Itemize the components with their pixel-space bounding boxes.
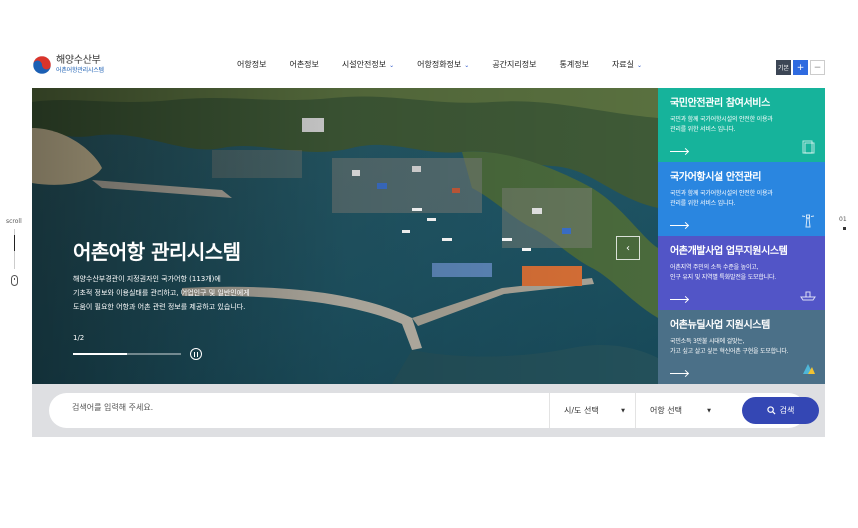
service-desc-line: 인구 유지 및 지역별 특화발전을 도모합니다.	[670, 274, 777, 281]
nav-label: 통계정보	[559, 60, 589, 69]
pause-icon-bar	[193, 351, 196, 357]
service-description: 국민과 함께 국가어항시설의 안전한 이용과 관리를 위한 서비스 입니다.	[670, 115, 813, 135]
search-section: 시/도 선택 ▼ 어항 선택 ▼ 검색	[32, 384, 825, 437]
nav-resources[interactable]: 자료실 ⌄	[612, 59, 642, 70]
service-desc-line: 관리를 위한 서비스 입니다.	[670, 200, 736, 207]
arrow-right-icon	[670, 373, 688, 374]
nav-port-cleanup-info[interactable]: 어항정화정보 ⌄	[417, 59, 469, 70]
slide-progress-bar	[73, 353, 181, 355]
arrow-right-icon	[670, 299, 688, 300]
search-button[interactable]: 검색	[742, 397, 819, 424]
service-title: 국가어항시설 안전관리	[670, 172, 762, 183]
scroll-label: scroll	[6, 218, 22, 225]
chevron-down-icon: ⌄	[637, 62, 643, 69]
slide-pause-button[interactable]	[190, 348, 202, 360]
font-decrease-button[interactable]: −	[810, 60, 825, 75]
logo-system-name: 어촌어항관리시스템	[56, 67, 104, 74]
hero-banner: 어촌어항 관리시스템 해양수산부경관이 지정권자인 국가어항 (113개)에 기…	[32, 88, 658, 384]
slide-pager: 1/2	[73, 334, 85, 342]
caret-down-icon: ▼	[707, 407, 711, 414]
scroll-indicator: scroll	[6, 218, 22, 286]
service-description: 어촌지역 주민의 소득 수준을 높이고, 인구 유지 및 지역별 특화발전을 도…	[670, 263, 813, 283]
service-desc-line: 관리를 위한 서비스 입니다.	[670, 126, 736, 133]
hero-title: 어촌어항 관리시스템	[73, 240, 241, 264]
site-header: 해양수산부 어촌어항관리시스템 어항정보 어촌정보 시설안전정보 ⌄ 어항정화정보…	[32, 50, 825, 86]
mouse-icon	[11, 275, 18, 286]
site-logo[interactable]: 해양수산부 어촌어항관리시스템	[32, 55, 104, 75]
province-select[interactable]: 시/도 선택 ▼	[549, 393, 635, 428]
select-label: 어항 선택	[650, 406, 682, 415]
hero-desc-line: 기초적 정보와 이용실태를 관리하고, 어업인구 및 일반인에게	[73, 289, 250, 297]
document-icon	[802, 140, 815, 154]
section-number: 01	[839, 216, 847, 223]
hero-description: 해양수산부경관이 지정권자인 국가어항 (113개)에 기초적 정보와 이용실태…	[73, 272, 273, 314]
service-port-facility-safety[interactable]: 국가어항시설 안전관리 국민과 함께 국가어항시설의 안전한 이용과 관리를 위…	[658, 162, 825, 236]
nav-fishing-port-info[interactable]: 어항정보	[237, 59, 266, 70]
search-button-label: 검색	[779, 406, 795, 415]
search-bar: 시/도 선택 ▼ 어항 선택 ▼ 검색	[49, 393, 819, 428]
nav-facility-safety-info[interactable]: 시설안전정보 ⌄	[342, 59, 394, 70]
search-input[interactable]	[72, 403, 492, 412]
scroll-line	[14, 229, 15, 269]
pause-icon-bar	[196, 351, 199, 357]
nav-label: 어항정보	[237, 60, 267, 69]
nav-label: 자료실	[611, 60, 635, 69]
font-increase-button[interactable]: +	[793, 60, 808, 75]
section-indicator: 01	[839, 216, 847, 230]
service-desc-line: 어촌지역 주민의 소득 수준을 높이고,	[670, 264, 759, 271]
service-description: 국민소득 3만불 시대에 걸맞는, 가고 싶고 살고 싶은 혁신어촌 구현을 도…	[670, 337, 813, 357]
font-size-controls: 기본 + −	[776, 60, 825, 75]
slide-progress-fill	[73, 353, 127, 355]
service-village-development[interactable]: 어촌개발사업 업무지원시스템 어촌지역 주민의 소득 수준을 높이고, 인구 유…	[658, 236, 825, 310]
search-icon	[766, 406, 776, 415]
font-default-button[interactable]: 기본	[776, 60, 791, 75]
arrow-right-icon	[670, 151, 688, 152]
slide-prev-button[interactable]: ‹	[616, 236, 640, 260]
chevron-down-icon: ⌄	[464, 62, 470, 69]
nav-label: 공간지리정보	[492, 60, 537, 69]
hero-desc-line: 해양수산부경관이 지정권자인 국가어항 (113개)에	[73, 275, 221, 283]
lighthouse-icon	[801, 214, 815, 228]
service-village-new-deal[interactable]: 어촌뉴딜사업 지원시스템 국민소득 3만불 시대에 걸맞는, 가고 싶고 살고 …	[658, 310, 825, 384]
main-nav: 어항정보 어촌정보 시설안전정보 ⌄ 어항정화정보 ⌄ 공간지리정보 통계정보 자료…	[237, 59, 665, 70]
chevron-down-icon: ⌄	[389, 62, 395, 69]
service-desc-line: 가고 싶고 살고 싶은 혁신어촌 구현을 도모합니다.	[670, 348, 789, 355]
caret-down-icon: ▼	[621, 407, 625, 414]
service-description: 국민과 함께 국가어항시설의 안전한 이용과 관리를 위한 서비스 입니다.	[670, 189, 813, 209]
select-label: 시/도 선택	[564, 406, 599, 415]
service-title: 국민안전관리 참여서비스	[670, 98, 770, 109]
section-dot[interactable]	[843, 227, 846, 230]
nav-fishing-village-info[interactable]: 어촌정보	[289, 59, 318, 70]
logo-ministry-name: 해양수산부	[56, 55, 101, 66]
service-title: 어촌뉴딜사업 지원시스템	[670, 320, 770, 331]
service-desc-line: 국민소득 3만불 시대에 걸맞는,	[670, 338, 745, 345]
nav-label: 시설안전정보	[341, 60, 387, 69]
service-public-safety[interactable]: 국민안전관리 참여서비스 국민과 함께 국가어항시설의 안전한 이용과 관리를 …	[658, 88, 825, 162]
nav-spatial-info[interactable]: 공간지리정보	[492, 59, 536, 70]
nav-label: 어촌정보	[289, 60, 319, 69]
service-desc-line: 국민과 함께 국가어항시설의 안전한 이용과	[670, 190, 773, 197]
service-title: 어촌개발사업 업무지원시스템	[670, 246, 788, 257]
service-desc-line: 국민과 함께 국가어항시설의 안전한 이용과	[670, 116, 773, 123]
service-panels: 국민안전관리 참여서비스 국민과 함께 국가어항시설의 안전한 이용과 관리를 …	[658, 88, 825, 384]
leaf-icon	[803, 364, 815, 374]
nav-label: 어항정화정보	[417, 60, 462, 69]
taegeuk-logo-icon	[32, 55, 52, 75]
hero-desc-line: 도움이 필요한 어항과 어촌 관련 정보를 제공하고 있습니다.	[73, 303, 246, 311]
boat-icon	[800, 291, 816, 301]
nav-statistics-info[interactable]: 통계정보	[559, 59, 588, 70]
arrow-right-icon	[670, 225, 688, 226]
port-select[interactable]: 어항 선택 ▼	[635, 393, 721, 428]
